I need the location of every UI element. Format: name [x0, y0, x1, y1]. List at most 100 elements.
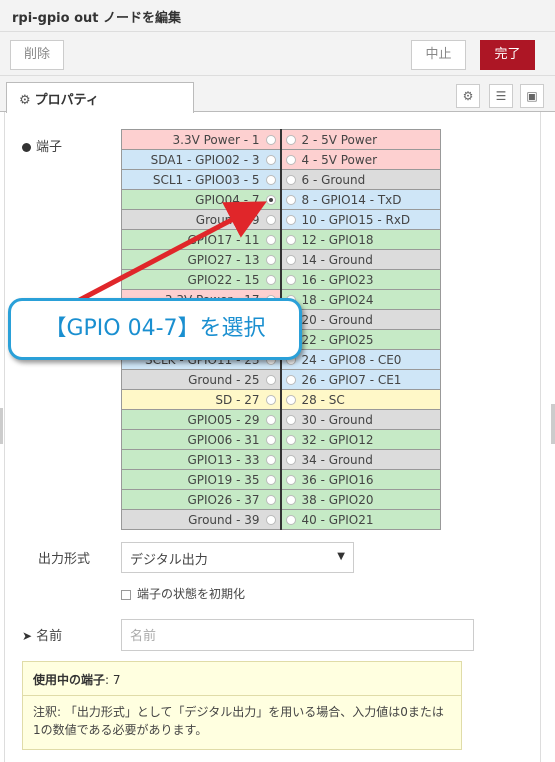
pin-radio[interactable]	[285, 515, 296, 525]
pin-radio[interactable]	[285, 475, 296, 485]
pin-12[interactable]: 12 - GPIO18	[279, 229, 441, 250]
pin-label: 3.3V Power - 1	[172, 132, 260, 147]
pin-38[interactable]: 38 - GPIO20	[279, 489, 441, 510]
dialog-title: rpi-gpio out ノードを編集	[0, 0, 555, 32]
pin-6[interactable]: 6 - Ground	[279, 169, 441, 190]
left-resize-handle[interactable]	[0, 408, 3, 444]
pin-label: GPIO27 - 13	[187, 252, 260, 267]
scrollbar[interactable]	[551, 404, 555, 444]
pin-radio[interactable]	[285, 255, 296, 265]
pin-radio[interactable]	[285, 435, 296, 445]
pin-11[interactable]: GPIO17 - 11	[121, 229, 281, 250]
pin-radio[interactable]	[285, 215, 296, 225]
pin-25[interactable]: Ground - 25	[121, 369, 281, 390]
pin-radio[interactable]	[265, 155, 276, 165]
pin-37[interactable]: GPIO26 - 37	[121, 489, 281, 510]
pin-35[interactable]: GPIO19 - 35	[121, 469, 281, 490]
pin-radio[interactable]	[265, 215, 276, 225]
pin-label: SCL1 - GPIO03 - 5	[152, 172, 260, 187]
pin-24[interactable]: 24 - GPIO8 - CE0	[279, 349, 441, 370]
dialog-toolbar: 削除 中止 完了	[0, 32, 555, 76]
pin-10[interactable]: 10 - GPIO15 - RxD	[279, 209, 441, 230]
pin-29[interactable]: GPIO05 - 29	[121, 409, 281, 430]
delete-button[interactable]: 削除	[10, 40, 64, 70]
pin-9[interactable]: Ground - 9	[121, 209, 281, 230]
appearance-frame-icon[interactable]: ▣	[520, 84, 544, 108]
pin-radio[interactable]	[265, 455, 276, 465]
pin-row: GPIO13 - 33 34 - Ground	[121, 449, 441, 470]
pin-radio[interactable]	[265, 495, 276, 505]
pin-radio[interactable]	[285, 275, 296, 285]
pin-8[interactable]: 8 - GPIO14 - TxD	[279, 189, 441, 210]
name-input[interactable]	[121, 619, 474, 651]
pin-22[interactable]: 22 - GPIO25	[279, 329, 441, 350]
info-box: 使用中の端子: 7 注釈: 「出力形式」として「デジタル出力」を用いる場合、入力…	[22, 661, 462, 750]
pin-2[interactable]: 2 - 5V Power	[279, 129, 441, 150]
pins-in-use: 使用中の端子: 7	[23, 662, 461, 696]
pin-15[interactable]: GPIO22 - 15	[121, 269, 281, 290]
pin-5[interactable]: SCL1 - GPIO03 - 5	[121, 169, 281, 190]
pin-label: 4 - 5V Power	[301, 152, 378, 167]
pin-radio[interactable]	[285, 495, 296, 505]
pin-radio[interactable]	[265, 275, 276, 285]
pin-radio[interactable]	[285, 395, 296, 405]
pin-radio[interactable]	[285, 415, 296, 425]
pin-radio[interactable]	[265, 435, 276, 445]
pin-26[interactable]: 26 - GPIO7 - CE1	[279, 369, 441, 390]
pin-radio[interactable]	[265, 415, 276, 425]
pin-20[interactable]: 20 - Ground	[279, 309, 441, 330]
pin-label: 28 - SC	[301, 392, 345, 407]
pin-radio[interactable]	[265, 175, 276, 185]
pin-radio[interactable]	[285, 135, 296, 145]
pin-radio[interactable]	[265, 135, 276, 145]
pin-39[interactable]: Ground - 39	[121, 509, 281, 530]
pin-row: Ground - 9 10 - GPIO15 - RxD	[121, 209, 441, 230]
pin-radio[interactable]	[265, 255, 276, 265]
pin-14[interactable]: 14 - Ground	[279, 249, 441, 270]
pin-7[interactable]: GPIO04 - 7	[121, 189, 281, 210]
pin-33[interactable]: GPIO13 - 33	[121, 449, 281, 470]
pin-radio[interactable]	[285, 455, 296, 465]
pin-label: GPIO17 - 11	[187, 232, 260, 247]
pin-radio[interactable]	[265, 375, 276, 385]
pin-row: 3.3V Power - 1 2 - 5V Power	[121, 129, 441, 150]
description-doc-icon[interactable]: ☰	[489, 84, 513, 108]
pin-radio[interactable]	[285, 235, 296, 245]
pin-radio[interactable]	[265, 475, 276, 485]
pin-row: GPIO19 - 35 36 - GPIO16	[121, 469, 441, 490]
pin-36[interactable]: 36 - GPIO16	[279, 469, 441, 490]
callout-bubble: 【GPIO 04-7】を選択	[8, 298, 302, 360]
pin-radio[interactable]	[285, 155, 296, 165]
pin-radio[interactable]	[285, 175, 296, 185]
pin-radio[interactable]	[265, 195, 276, 205]
pin-32[interactable]: 32 - GPIO12	[279, 429, 441, 450]
pin-radio[interactable]	[265, 235, 276, 245]
pin-34[interactable]: 34 - Ground	[279, 449, 441, 470]
cancel-button[interactable]: 中止	[411, 40, 466, 70]
pin-radio[interactable]	[265, 395, 276, 405]
pin-radio[interactable]	[285, 375, 296, 385]
pin-28[interactable]: 28 - SC	[279, 389, 441, 410]
tab-properties[interactable]: ⚙ プロパティ	[6, 82, 194, 113]
pin-30[interactable]: 30 - Ground	[279, 409, 441, 430]
pin-13[interactable]: GPIO27 - 13	[121, 249, 281, 270]
pin-radio[interactable]	[265, 515, 276, 525]
pin-40[interactable]: 40 - GPIO21	[279, 509, 441, 530]
pin-row: Ground - 39 40 - GPIO21	[121, 509, 441, 530]
pin-27[interactable]: SD - 27	[121, 389, 281, 410]
init-state-checkbox[interactable]	[121, 589, 131, 600]
pin-radio[interactable]	[285, 195, 296, 205]
pin-31[interactable]: GPIO06 - 31	[121, 429, 281, 450]
settings-gear-icon[interactable]: ⚙	[456, 84, 480, 108]
done-button[interactable]: 完了	[480, 40, 535, 70]
init-state-row[interactable]: 端子の状態を初期化	[121, 585, 245, 602]
pin-1[interactable]: 3.3V Power - 1	[121, 129, 281, 150]
pin-16[interactable]: 16 - GPIO23	[279, 269, 441, 290]
pin-label: 14 - Ground	[301, 252, 373, 267]
panel-left-border	[4, 112, 5, 762]
pin-label: GPIO19 - 35	[187, 472, 260, 487]
output-mode-select[interactable]: デジタル出力 ▼	[121, 542, 354, 573]
pin-3[interactable]: SDA1 - GPIO02 - 3	[121, 149, 281, 170]
pin-18[interactable]: 18 - GPIO24	[279, 289, 441, 310]
pin-4[interactable]: 4 - 5V Power	[279, 149, 441, 170]
